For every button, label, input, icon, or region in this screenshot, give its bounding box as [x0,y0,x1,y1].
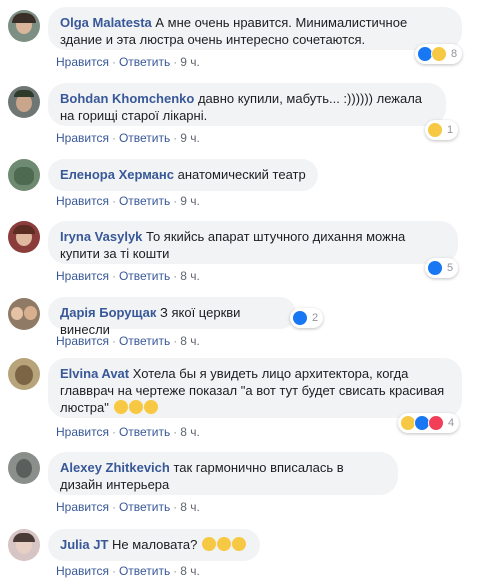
author-name[interactable]: Iryna Vasylyk [60,229,142,244]
reaction-count: 2 [312,312,319,324]
avatar[interactable] [8,298,40,330]
reply-link[interactable]: Ответить [119,194,170,208]
like-link[interactable]: Нравится [56,564,109,578]
reaction-summary[interactable]: 2 [290,308,324,328]
comment-actions: Нравится · Ответить · 8 ч. [56,500,200,514]
comment-actions: Нравится · Ответить · 8 ч. [56,425,200,439]
like-link[interactable]: Нравится [56,55,109,69]
author-name[interactable]: Elvina Avat [60,366,129,381]
reaction-count: 4 [448,417,455,429]
comment-bubble: Alexey Zhitkevich так гармонично вписала… [48,452,398,495]
avatar[interactable] [8,159,40,191]
reaction-count: 8 [451,48,458,60]
comment-actions: Нравится · Ответить · 9 ч. [56,194,200,208]
reply-link[interactable]: Ответить [119,564,170,578]
reply-link[interactable]: Ответить [119,425,170,439]
avatar[interactable] [8,221,40,253]
author-name[interactable]: Alexey Zhitkevich [60,460,170,475]
haha-icon [431,46,447,62]
timestamp[interactable]: 8 ч. [180,269,200,283]
comment-bubble: Elvina Avat Хотела бы я увидеть лицо арх… [48,358,462,418]
avatar[interactable] [8,452,40,484]
reaction-summary[interactable]: 8 [415,44,463,64]
reply-link[interactable]: Ответить [119,500,170,514]
laughing-emoji-icon [128,400,143,414]
reaction-summary[interactable]: 1 [425,120,459,140]
reply-link[interactable]: Ответить [119,269,170,283]
reply-link[interactable]: Ответить [119,55,170,69]
timestamp[interactable]: 9 ч. [180,55,200,69]
timestamp[interactable]: 9 ч. [180,131,200,145]
laughing-emoji-icon [143,400,158,414]
timestamp[interactable]: 8 ч. [180,564,200,578]
comment-actions: Нравится · Ответить · 8 ч. [56,269,200,283]
like-link[interactable]: Нравится [56,131,109,145]
comment-bubble: Дарія Борущак З якої церкви винесли [48,297,296,337]
like-icon [292,310,308,326]
reaction-summary[interactable]: 5 [425,258,459,278]
like-link[interactable]: Нравится [56,425,109,439]
comment-bubble: Iryna Vasylyk То якийсь апарат штучного … [48,221,458,264]
author-name[interactable]: Julia JT [60,537,108,552]
comment-actions: Нравится · Ответить · 9 ч. [56,131,200,145]
comment-text: анатомический театр [177,167,306,182]
comment-actions: Нравится · Ответить · 8 ч. [56,334,200,348]
like-link[interactable]: Нравится [56,500,109,514]
author-name[interactable]: Bohdan Khomchenko [60,91,194,106]
like-link[interactable]: Нравится [56,269,109,283]
rofl-emoji-icon [202,537,217,551]
author-name[interactable]: Olga Malatesta [60,15,152,30]
like-link[interactable]: Нравится [56,194,109,208]
reply-link[interactable]: Ответить [119,131,170,145]
timestamp[interactable]: 8 ч. [180,425,200,439]
author-name[interactable]: Еленора Херманс [60,167,174,182]
comment-bubble: Olga Malatesta А мне очень нравится. Мин… [48,7,462,50]
reply-link[interactable]: Ответить [119,334,170,348]
love-icon [428,415,444,431]
avatar[interactable] [8,529,40,561]
laughing-emoji-icon [113,400,128,414]
comment-bubble: Bohdan Khomchenko давно купили, мабуть..… [48,83,446,126]
avatar[interactable] [8,86,40,118]
timestamp[interactable]: 8 ч. [180,500,200,514]
timestamp[interactable]: 9 ч. [180,194,200,208]
comment-actions: Нравится · Ответить · 9 ч. [56,55,200,69]
reaction-count: 1 [447,124,454,136]
timestamp[interactable]: 8 ч. [180,334,200,348]
like-link[interactable]: Нравится [56,334,109,348]
rofl-emoji-icon [217,537,232,551]
author-name[interactable]: Дарія Борущак [60,305,156,320]
comment-text: Не маловата? [112,537,198,552]
comment-actions: Нравится · Ответить · 8 ч. [56,564,200,578]
like-icon [427,260,443,276]
haha-icon [427,122,443,138]
comment-bubble: Еленора Херманс анатомический театр [48,159,318,191]
comment-bubble: Julia JT Не маловата? [48,529,260,561]
avatar[interactable] [8,358,40,390]
avatar[interactable] [8,10,40,42]
rofl-emoji-icon [232,537,247,551]
reaction-summary[interactable]: 4 [398,413,460,433]
reaction-count: 5 [447,262,454,274]
